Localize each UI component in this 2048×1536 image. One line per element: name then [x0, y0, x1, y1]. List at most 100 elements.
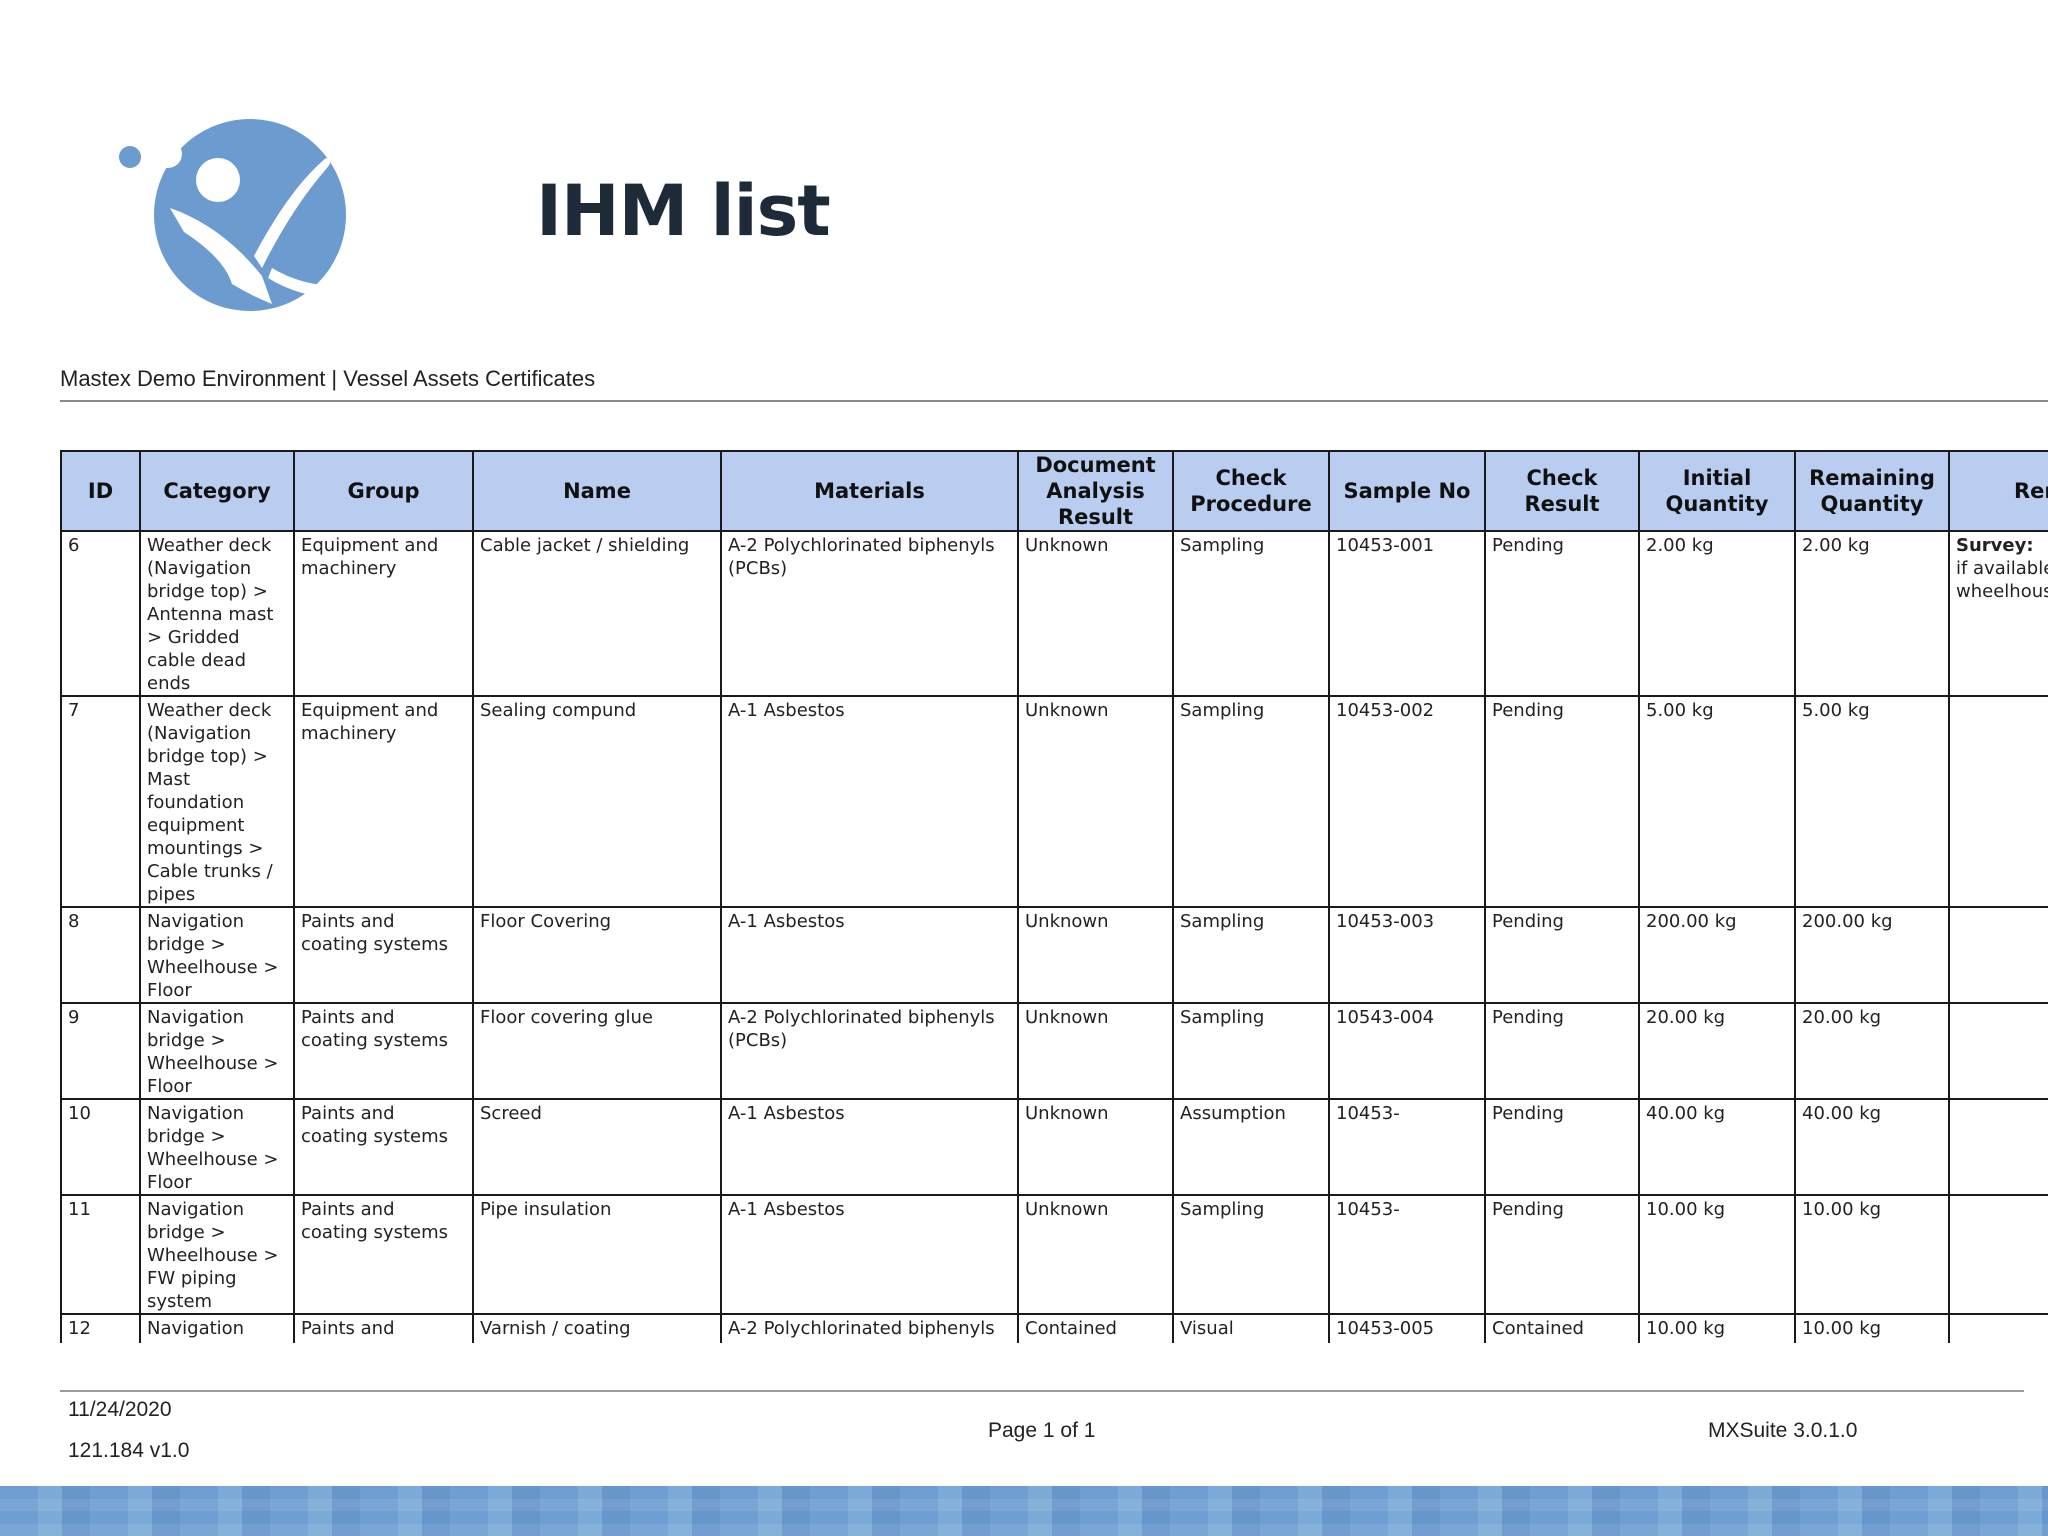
cell-id: 11: [68, 1199, 91, 1220]
table-row[interactable]: 12 Navigation bridge > Wheelhouse > Furn…: [60, 1313, 2048, 1343]
cell-remaining-quantity: 10.00 kg: [1802, 1199, 1882, 1220]
cell-check-procedure: Sampling: [1180, 535, 1265, 556]
cell-materials: A-1 Asbestos: [728, 700, 845, 721]
cell-group: Equipment and machinery: [301, 700, 439, 744]
cell-remaining-quantity: 2.00 kg: [1802, 535, 1870, 556]
cell-category: Navigation bridge > Wheelhouse > Floor: [147, 1007, 279, 1097]
cell-sample-no: 10453-: [1336, 1103, 1400, 1124]
cell-id: 7: [68, 700, 80, 721]
column-header-remaining-quantity[interactable]: Remaining Quantity: [1794, 450, 1950, 532]
ihm-table-container: ID Category Group Name Materials Documen…: [60, 450, 2048, 1343]
cell-id: 8: [68, 911, 80, 932]
cell-initial-quantity: 5.00 kg: [1646, 700, 1714, 721]
cell-materials: A-1 Asbestos: [728, 1199, 845, 1220]
cell-remarks: [1951, 909, 2048, 910]
cell-group: Paints and coating systems: [301, 1318, 448, 1343]
cell-check-procedure: Assumption: [1180, 1103, 1286, 1124]
person-circle-logo-icon: [119, 119, 362, 311]
footer-date: 11/24/2020: [68, 1398, 172, 1421]
cell-remarks: Survey:if available, wheelhouse: [1951, 533, 2048, 603]
table-row[interactable]: 9 Navigation bridge > Wheelhouse > Floor…: [60, 1002, 2048, 1100]
cell-id: 12: [68, 1318, 91, 1339]
cell-document-analysis-result: Unknown: [1025, 1007, 1109, 1028]
cell-name: Screed: [480, 1103, 542, 1124]
cell-remarks: [1951, 698, 2048, 699]
column-header-document-analysis-result[interactable]: Document Analysis Result: [1017, 450, 1174, 532]
cell-materials: A-1 Asbestos: [728, 1103, 845, 1124]
cell-category: Weather deck (Navigation bridge top) > A…: [147, 535, 274, 694]
cell-category: Navigation bridge > Wheelhouse > FW pipi…: [147, 1199, 279, 1312]
ihm-table: ID Category Group Name Materials Documen…: [60, 450, 2048, 1343]
cell-initial-quantity: 10.00 kg: [1646, 1318, 1726, 1339]
cell-remarks: [1951, 1101, 2048, 1102]
cell-id: 10: [68, 1103, 91, 1124]
cell-document-analysis-result: Unknown: [1025, 700, 1109, 721]
cell-group: Equipment and machinery: [301, 535, 439, 579]
cell-remarks: [1951, 1197, 2048, 1198]
column-header-name[interactable]: Name: [472, 450, 722, 532]
cell-name: Floor covering glue: [480, 1007, 654, 1028]
table-row[interactable]: 8 Navigation bridge > Wheelhouse > Floor…: [60, 906, 2048, 1004]
table-row[interactable]: 6 Weather deck (Navigation bridge top) >…: [60, 530, 2048, 697]
cell-document-analysis-result: Unknown: [1025, 535, 1109, 556]
column-header-initial-quantity[interactable]: Initial Quantity: [1638, 450, 1796, 532]
column-header-remarks[interactable]: Remarks: [1948, 450, 2048, 532]
cell-document-analysis-result: Unknown: [1025, 1199, 1109, 1220]
column-header-check-result[interactable]: Check Result: [1484, 450, 1640, 532]
cell-check-procedure: Sampling: [1180, 911, 1265, 932]
column-header-materials[interactable]: Materials: [720, 450, 1019, 532]
cell-check-procedure: Sampling: [1180, 1199, 1265, 1220]
cell-initial-quantity: 10.00 kg: [1646, 1199, 1726, 1220]
cell-remarks: [1951, 1316, 2048, 1317]
cell-materials: A-2 Polychlorinated biphenyls (PCBs): [728, 1007, 995, 1051]
cell-id: 9: [68, 1007, 80, 1028]
footer-page-number: Page 1 of 1: [988, 1419, 1096, 1442]
cell-remaining-quantity: 10.00 kg: [1802, 1318, 1882, 1339]
cell-document-analysis-result: Unknown: [1025, 1103, 1109, 1124]
footer-band-pattern: [0, 1486, 2048, 1536]
cell-check-procedure: Sampling: [1180, 700, 1265, 721]
cell-initial-quantity: 20.00 kg: [1646, 1007, 1726, 1028]
cell-category: Navigation bridge > Wheelhouse > Floor: [147, 1103, 279, 1193]
column-header-category[interactable]: Category: [139, 450, 295, 532]
cell-remaining-quantity: 20.00 kg: [1802, 1007, 1882, 1028]
cell-name: Floor Covering: [480, 911, 612, 932]
cell-category: Navigation bridge > Wheelhouse > Furnitu…: [147, 1318, 245, 1343]
page-subtitle: Mastex Demo Environment | Vessel Assets …: [60, 366, 596, 391]
cell-sample-no: 10453-005: [1336, 1318, 1435, 1339]
footer-divider: [60, 1390, 2024, 1392]
cell-check-result: Pending: [1492, 1007, 1564, 1028]
table-row[interactable]: 10 Navigation bridge > Wheelhouse > Floo…: [60, 1098, 2048, 1196]
cell-name: Pipe insulation: [480, 1199, 612, 1220]
cell-check-result: Pending: [1492, 911, 1564, 932]
cell-initial-quantity: 200.00 kg: [1646, 911, 1737, 932]
table-header-row: ID Category Group Name Materials Documen…: [60, 450, 2048, 532]
cell-check-result: Pending: [1492, 700, 1564, 721]
table-row[interactable]: 7 Weather deck (Navigation bridge top) >…: [60, 695, 2048, 908]
cell-initial-quantity: 2.00 kg: [1646, 535, 1714, 556]
table-row[interactable]: 11 Navigation bridge > Wheelhouse > FW p…: [60, 1194, 2048, 1315]
cell-materials: A-2 Polychlorinated biphenyls (PCBs): [728, 535, 995, 579]
cell-remarks: [1951, 1005, 2048, 1006]
header-divider: [60, 400, 2048, 402]
cell-remaining-quantity: 40.00 kg: [1802, 1103, 1882, 1124]
cell-remaining-quantity: 200.00 kg: [1802, 911, 1893, 932]
cell-initial-quantity: 40.00 kg: [1646, 1103, 1726, 1124]
cell-group: Paints and coating systems: [301, 1007, 449, 1051]
cell-group: Paints and coating systems: [301, 911, 449, 955]
cell-name: Cable jacket / shielding: [480, 535, 690, 556]
cell-check-result: Contained: [1492, 1318, 1584, 1339]
footer-version: 121.184 v1.0: [68, 1439, 190, 1462]
column-header-group[interactable]: Group: [293, 450, 474, 532]
cell-sample-no: 10543-004: [1336, 1007, 1435, 1028]
cell-document-analysis-result: Contained: [1025, 1318, 1117, 1339]
footer-product-version: MXSuite 3.0.1.0: [1708, 1419, 1858, 1442]
column-header-id[interactable]: ID: [60, 450, 141, 532]
cell-remaining-quantity: 5.00 kg: [1802, 700, 1870, 721]
column-header-check-procedure[interactable]: Check Procedure: [1172, 450, 1330, 532]
cell-check-result: Pending: [1492, 535, 1564, 556]
column-header-sample-no[interactable]: Sample No: [1328, 450, 1486, 532]
cell-name: Sealing compund: [480, 700, 637, 721]
cell-sample-no: 10453-002: [1336, 700, 1435, 721]
remarks-label: Survey:: [1956, 535, 2034, 556]
